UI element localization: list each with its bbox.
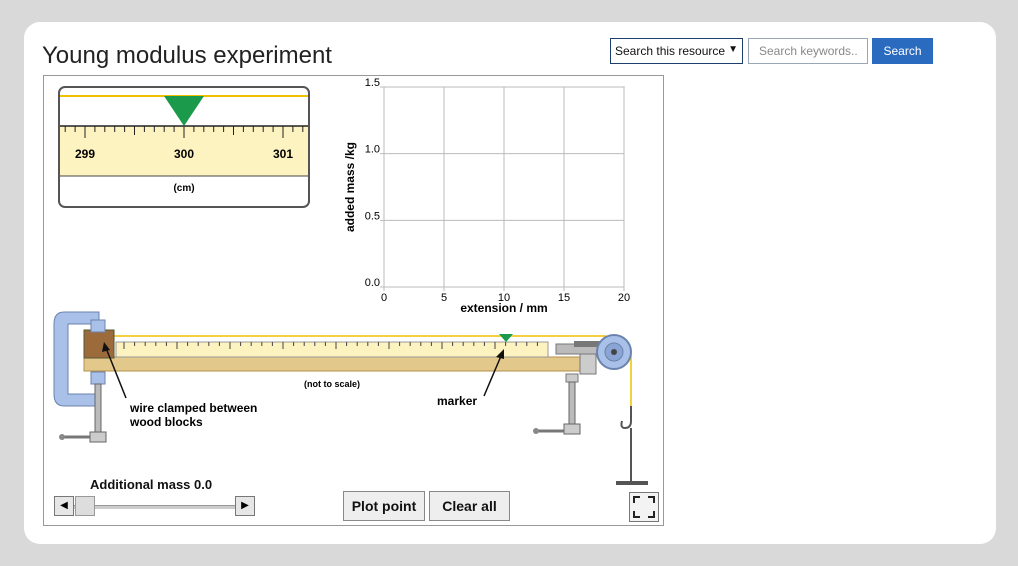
y-tick-label: 1.5 [365, 77, 380, 89]
additional-mass-label: Additional mass 0.0 [90, 477, 213, 492]
marker-label: marker [437, 394, 477, 408]
hanger-hook [620, 406, 632, 430]
x-tick-label: 5 [441, 292, 447, 304]
mass-hanger [616, 481, 648, 485]
slider-thumb[interactable] [75, 496, 95, 516]
clamp-label-line-1: wire clamped between [129, 401, 257, 415]
scale-reading-window: 299 300 301 (cm) [58, 86, 310, 208]
search-input[interactable] [748, 38, 868, 64]
mass-slider[interactable]: ◀ ▶ [54, 496, 255, 516]
fullscreen-button[interactable] [629, 492, 659, 522]
chevron-down-icon: ▼ [728, 44, 738, 55]
y-tick-label: 0.5 [365, 210, 380, 222]
x-tick-label: 0 [381, 292, 387, 304]
clamp-label-line-2: wood blocks [129, 415, 203, 429]
x-tick-label: 15 [558, 292, 570, 304]
fullscreen-icon [633, 496, 655, 518]
y-axis-label: added mass /kg [343, 142, 357, 232]
page-title: Young modulus experiment [42, 42, 332, 69]
apparatus: (not to scale) wire clamped between wood… [53, 311, 648, 485]
search-scope-value: Search this resource [615, 44, 726, 58]
y-tick-label: 1.0 [365, 144, 380, 156]
search-scope-select[interactable]: Search this resource ▼ [610, 38, 743, 64]
scale-tick-label: 301 [273, 147, 293, 161]
wood-block [83, 329, 115, 359]
x-axis-label: extension / mm [460, 301, 547, 315]
simulation-panel: 299 300 301 (cm) 0 5 10 15 20 0.0 0.5 1.0 1.5 e… [43, 75, 664, 526]
graph: 0 5 10 15 20 0.00.51.01.5 extension / mm add… [343, 77, 630, 315]
scale-unit: (cm) [173, 183, 194, 194]
metre-rule [115, 341, 549, 358]
clear-all-button[interactable]: Clear all [429, 491, 510, 521]
search-button[interactable]: Search [872, 38, 933, 64]
slider-left-arrow-icon[interactable]: ◀ [54, 496, 74, 516]
scale-tick-label: 300 [174, 147, 194, 161]
simulation-canvas: 299 300 301 (cm) 0 5 10 15 20 0.00.51.01.5 e… [53, 77, 648, 485]
clamp-screw-left [94, 383, 102, 435]
slider-right-arrow-icon[interactable]: ▶ [235, 496, 255, 516]
y-tick-label: 0.0 [365, 277, 380, 289]
slider-track[interactable] [74, 505, 235, 509]
plot-point-button[interactable]: Plot point [343, 491, 425, 521]
wire-marker [499, 334, 513, 342]
y-tick-labels: 0.0 0.5 1.0 1.5 [365, 77, 380, 289]
scale-tick-label: 299 [75, 147, 95, 161]
bench [83, 356, 585, 372]
not-to-scale-note: (not to scale) [304, 379, 360, 389]
x-tick-label: 20 [618, 292, 630, 304]
